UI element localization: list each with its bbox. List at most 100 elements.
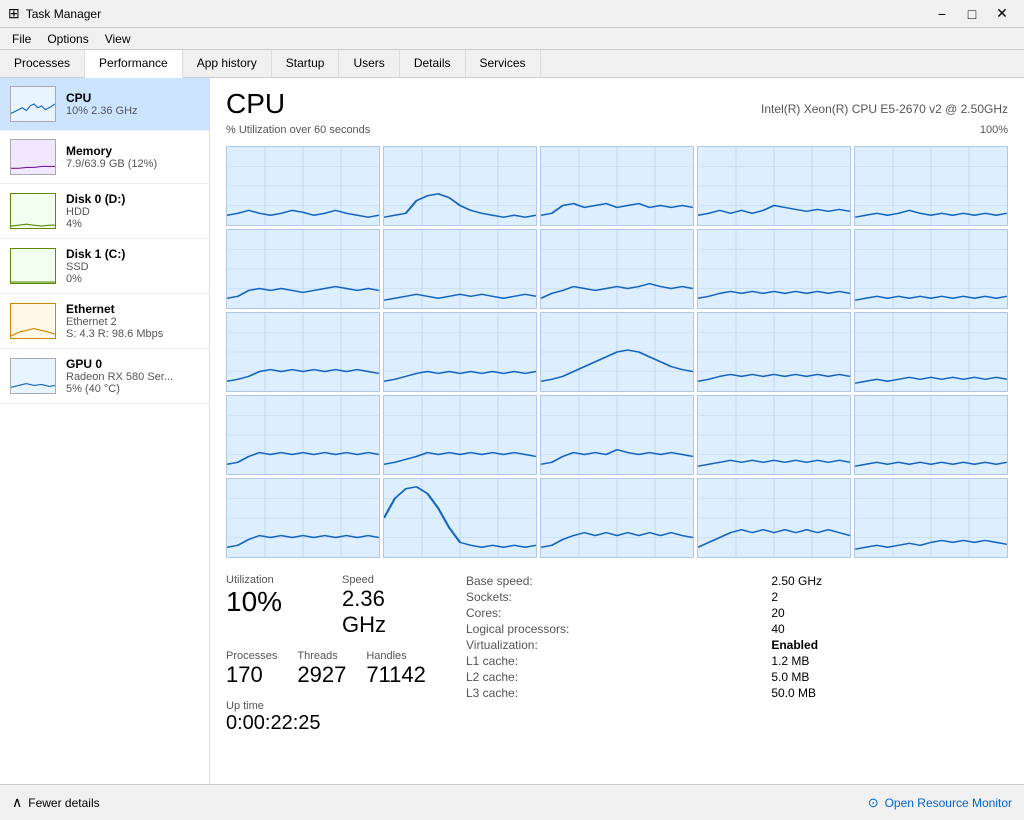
menu-view[interactable]: View xyxy=(97,30,139,48)
l2-label: L2 cache: xyxy=(466,670,755,684)
gpu-model: Radeon RX 580 Ser... xyxy=(66,371,199,383)
util-speed-row: Utilization 10% Speed 2.36 GHz xyxy=(226,574,426,638)
sidebar-item-ethernet[interactable]: Ethernet Ethernet 2 S: 4.3 R: 98.6 Mbps xyxy=(0,294,209,349)
fewer-details-btn[interactable]: ∧ Fewer details xyxy=(12,794,100,811)
cpu-label: CPU xyxy=(66,91,199,105)
virt-value: Enabled xyxy=(771,638,1008,652)
uptime-section: Up time 0:00:22:25 xyxy=(226,700,426,735)
sidebar: CPU 10% 2.36 GHz CPU activity Memory 7.9… xyxy=(0,78,210,784)
cpu-core-graph-19 xyxy=(854,395,1008,475)
cpu-model: Intel(R) Xeon(R) CPU E5-2670 v2 @ 2.50GH… xyxy=(761,102,1008,116)
memory-mini-graph xyxy=(10,139,56,175)
cpu-core-graph-16 xyxy=(383,395,537,475)
disk0-label: Disk 0 (D:) xyxy=(66,192,199,206)
handles-group: Handles 71142 xyxy=(366,650,426,688)
uptime-value: 0:00:22:25 xyxy=(226,712,426,735)
cpu-core-graph-12 xyxy=(540,312,694,392)
cores-label: Cores: xyxy=(466,606,755,620)
threads-group: Threads 2927 xyxy=(297,650,346,688)
sidebar-item-cpu[interactable]: CPU 10% 2.36 GHz CPU activity xyxy=(0,78,209,131)
menu-options[interactable]: Options xyxy=(39,30,96,48)
cpu-core-graph-14 xyxy=(854,312,1008,392)
sidebar-item-gpu[interactable]: GPU 0 Radeon RX 580 Ser... 5% (40 °C) xyxy=(0,349,209,404)
stats-left: Utilization 10% Speed 2.36 GHz Processes… xyxy=(226,574,426,735)
minimize-button[interactable]: − xyxy=(928,4,956,24)
chevron-up-icon: ∧ xyxy=(12,794,22,811)
info-grid: Base speed: 2.50 GHz Sockets: 2 Cores: 2… xyxy=(466,574,1008,700)
tab-users[interactable]: Users xyxy=(339,50,399,77)
sockets-value: 2 xyxy=(771,590,1008,604)
close-button[interactable]: ✕ xyxy=(988,4,1016,24)
cpu-stats: 10% 2.36 GHz xyxy=(66,105,199,117)
tab-app-history[interactable]: App history xyxy=(183,50,272,77)
stats-bottom: Utilization 10% Speed 2.36 GHz Processes… xyxy=(226,574,1008,735)
stats-right: Base speed: 2.50 GHz Sockets: 2 Cores: 2… xyxy=(466,574,1008,735)
disk1-mini-graph xyxy=(10,248,56,284)
gpu-mini-graph xyxy=(10,358,56,394)
threads-value: 2927 xyxy=(297,662,346,688)
disk1-type: SSD xyxy=(66,261,199,273)
speed-value: 2.36 GHz xyxy=(342,586,426,638)
cpu-core-graph-3 xyxy=(697,146,851,226)
tab-performance[interactable]: Performance xyxy=(85,50,183,78)
cpu-core-graph-6 xyxy=(383,229,537,309)
pct-max-label: 100% xyxy=(980,124,1008,136)
logical-label: Logical processors: xyxy=(466,622,755,636)
cpu-core-graph-21 xyxy=(383,478,537,558)
threads-label: Threads xyxy=(297,650,346,662)
fewer-details-label[interactable]: Fewer details xyxy=(28,796,99,810)
open-resource-monitor-btn[interactable]: ⊙ Open Resource Monitor xyxy=(868,795,1012,811)
open-monitor-label[interactable]: Open Resource Monitor xyxy=(885,796,1012,810)
base-speed-value: 2.50 GHz xyxy=(771,574,1008,588)
tab-processes[interactable]: Processes xyxy=(0,50,85,77)
memory-stats: 7.9/63.9 GB (12%) xyxy=(66,158,199,170)
tabs-bar: Processes Performance App history Startu… xyxy=(0,50,1024,78)
proc-thread-row: Processes 170 Threads 2927 Handles 71142 xyxy=(226,650,426,688)
gpu-label: GPU 0 xyxy=(66,357,199,371)
menu-bar: File Options View xyxy=(0,28,1024,50)
cpu-core-graph-15 xyxy=(226,395,380,475)
app-icon: ⊞ xyxy=(8,5,20,22)
menu-file[interactable]: File xyxy=(4,30,39,48)
util-value: 10% xyxy=(226,586,282,618)
l1-label: L1 cache: xyxy=(466,654,755,668)
cpu-core-graph-0 xyxy=(226,146,380,226)
sidebar-item-disk0[interactable]: Disk 0 (D:) HDD 4% xyxy=(0,184,209,239)
sidebar-item-disk1[interactable]: Disk 1 (C:) SSD 0% xyxy=(0,239,209,294)
util-label-small: Utilization xyxy=(226,574,282,586)
cpu-mini-graph xyxy=(10,86,56,122)
cpu-core-graph-5 xyxy=(226,229,380,309)
cpu-core-graph-24 xyxy=(854,478,1008,558)
speed-label: Speed xyxy=(342,574,426,586)
disk0-type: HDD xyxy=(66,206,199,218)
cpu-core-graph-10 xyxy=(226,312,380,392)
monitor-icon: ⊙ xyxy=(868,795,879,811)
cpu-core-graph-2 xyxy=(540,146,694,226)
tab-startup[interactable]: Startup xyxy=(272,50,340,77)
speed-group: Speed 2.36 GHz xyxy=(342,574,426,638)
maximize-button[interactable]: □ xyxy=(958,4,986,24)
processes-label: Processes xyxy=(226,650,277,662)
cpu-core-graph-22 xyxy=(540,478,694,558)
cpu-graphs-grid xyxy=(226,146,1008,558)
l2-value: 5.0 MB xyxy=(771,670,1008,684)
cpu-core-graph-7 xyxy=(540,229,694,309)
disk0-pct: 4% xyxy=(66,218,199,230)
main-container: CPU 10% 2.36 GHz CPU activity Memory 7.9… xyxy=(0,78,1024,784)
cpu-core-graph-17 xyxy=(540,395,694,475)
disk1-label: Disk 1 (C:) xyxy=(66,247,199,261)
cpu-core-graph-20 xyxy=(226,478,380,558)
tab-details[interactable]: Details xyxy=(400,50,466,77)
ethernet-stats: S: 4.3 R: 98.6 Mbps xyxy=(66,328,199,340)
sidebar-item-memory[interactable]: Memory 7.9/63.9 GB (12%) xyxy=(0,131,209,184)
disk0-mini-graph xyxy=(10,193,56,229)
l3-value: 50.0 MB xyxy=(771,686,1008,700)
memory-label: Memory xyxy=(66,144,199,158)
title-bar-left: ⊞ Task Manager xyxy=(8,5,101,22)
tab-services[interactable]: Services xyxy=(466,50,541,77)
title-bar: ⊞ Task Manager − □ ✕ xyxy=(0,0,1024,28)
cpu-core-graph-13 xyxy=(697,312,851,392)
processes-value: 170 xyxy=(226,662,277,688)
virt-label: Virtualization: xyxy=(466,638,755,652)
base-speed-label: Base speed: xyxy=(466,574,755,588)
